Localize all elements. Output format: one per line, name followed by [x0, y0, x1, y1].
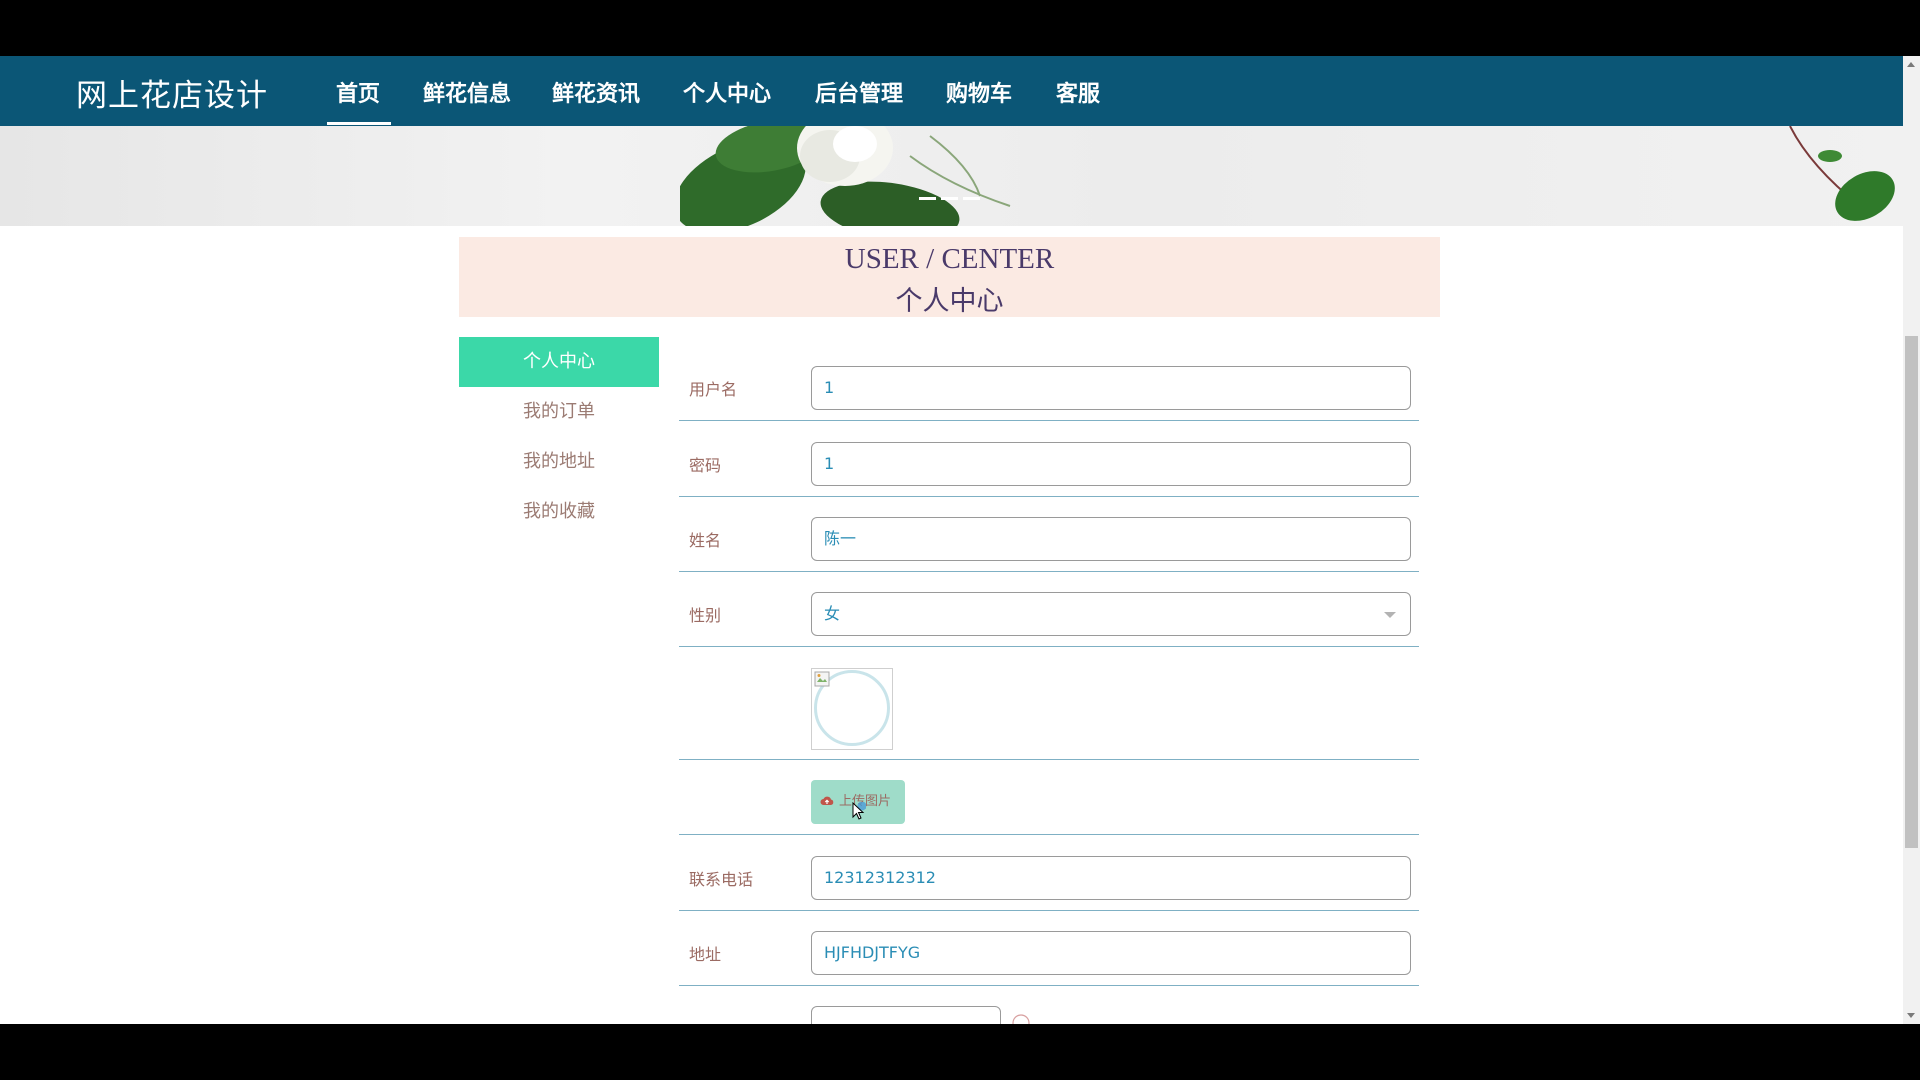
scroll-down-icon[interactable]	[1907, 1013, 1915, 1018]
leaf-decoration-image	[1789, 126, 1895, 221]
row-divider	[679, 985, 1419, 986]
sidebar-item-user-center[interactable]: 个人中心	[459, 337, 659, 387]
nav-customer-service[interactable]: 客服	[1056, 76, 1100, 108]
password-input[interactable]: 1	[811, 442, 1411, 486]
avatar-preview	[811, 668, 893, 750]
header-title-en: USER / CENTER	[844, 243, 1055, 275]
phone-label: 联系电话	[689, 870, 754, 889]
sidebar-item-my-address[interactable]: 我的地址	[459, 437, 659, 487]
chevron-down-icon	[1384, 612, 1396, 618]
nav-cart[interactable]: 购物车	[946, 76, 1012, 108]
address-input[interactable]: HJFHDJTFYG	[811, 931, 1411, 975]
row-divider	[679, 759, 1419, 760]
row-divider	[679, 910, 1419, 911]
scrollbar-thumb[interactable]	[1905, 336, 1918, 848]
row-divider	[679, 571, 1419, 572]
nav-user-center[interactable]: 个人中心	[683, 76, 771, 108]
cloud-upload-icon	[820, 796, 834, 805]
site-brand[interactable]: 网上花店设计	[76, 70, 268, 115]
row-divider	[679, 834, 1419, 835]
nav-flower-info[interactable]: 鲜花信息	[423, 76, 511, 108]
sidebar-item-my-favorites[interactable]: 我的收藏	[459, 487, 659, 537]
gender-select[interactable]: 女	[811, 592, 1411, 636]
username-label: 用户名	[689, 380, 738, 399]
flower-banner-image	[680, 126, 1011, 226]
user-center-header: USER / CENTER 个人中心	[459, 237, 1440, 317]
header-title-cn: 个人中心	[895, 286, 1004, 316]
browser-viewport: 网上花店设计 首页 鲜花信息 鲜花资讯 个人中心 后台管理 购物车 客服 USE…	[0, 56, 1920, 1024]
username-input[interactable]: 1	[811, 366, 1411, 410]
broken-image-icon	[814, 671, 830, 687]
info-circle-icon	[1012, 1014, 1030, 1024]
carousel-dot-1[interactable]	[919, 197, 936, 200]
nav-home[interactable]: 首页	[336, 76, 380, 108]
mouse-cursor-icon	[852, 802, 866, 820]
hero-banner	[0, 126, 1903, 226]
nav-flower-news[interactable]: 鲜花资讯	[552, 76, 640, 108]
top-navbar: 网上花店设计 首页 鲜花信息 鲜花资讯 个人中心 后台管理 购物车 客服	[0, 56, 1903, 126]
sidebar-item-my-orders[interactable]: 我的订单	[459, 387, 659, 437]
carousel-dot-2[interactable]	[941, 197, 958, 200]
nav-admin[interactable]: 后台管理	[815, 76, 903, 108]
nav-active-underline	[327, 122, 391, 125]
phone-input[interactable]: 12312312312	[811, 856, 1411, 900]
row-divider	[679, 646, 1419, 647]
password-label: 密码	[689, 456, 722, 475]
gender-selected-value: 女	[824, 604, 841, 623]
name-input[interactable]: 陈一	[811, 517, 1411, 561]
row-divider	[679, 496, 1419, 497]
row-divider	[679, 420, 1419, 421]
name-label: 姓名	[689, 531, 722, 550]
partially-visible-input[interactable]	[811, 1006, 1001, 1024]
carousel-dot-3[interactable]	[963, 197, 980, 200]
scroll-up-icon[interactable]	[1907, 62, 1915, 67]
gender-label: 性别	[689, 606, 722, 625]
address-label: 地址	[689, 945, 722, 964]
